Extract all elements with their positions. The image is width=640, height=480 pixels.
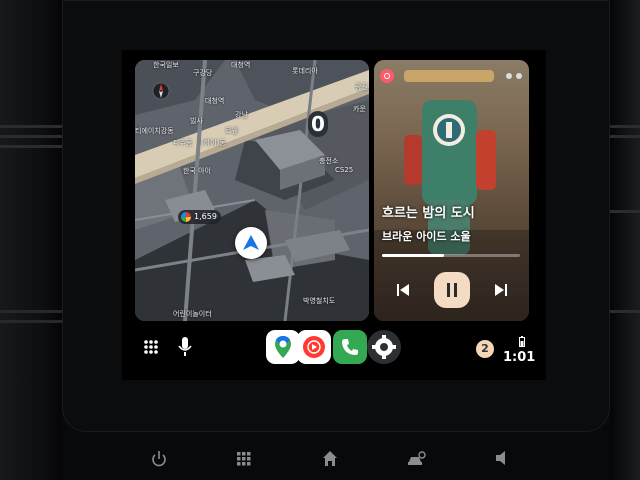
pause-button[interactable] [434, 272, 470, 308]
maps-app-icon[interactable] [266, 330, 300, 364]
youtube-music-icon [380, 69, 394, 83]
map-label: 한국 아이 [183, 167, 211, 175]
map-label: 티에이치강동 [135, 127, 174, 135]
map-label: 빌사 [190, 117, 203, 125]
poi-badge[interactable]: 1,659 [178, 210, 221, 224]
song-title: 흐르는 밤의 도시 [382, 206, 475, 221]
microphone-icon[interactable] [178, 336, 192, 358]
map-label: 강남 [235, 111, 248, 119]
map-label: 대청역 [231, 61, 251, 69]
poi-icon [181, 212, 191, 222]
dashboard-left-vent [0, 0, 62, 480]
compass-icon[interactable] [152, 82, 170, 100]
phone-app-icon[interactable] [333, 330, 367, 364]
previous-icon[interactable] [395, 282, 411, 298]
map-label: (하이)동 [201, 139, 226, 147]
navigation-arrow-icon [235, 227, 267, 259]
map-card[interactable]: 한국일보 대청역 구강당 롯데리아 대청역 광진 티에이치강동 빌사 르웬 강남… [135, 60, 369, 321]
next-icon[interactable] [493, 282, 509, 298]
dashboard-right-vent [610, 0, 640, 480]
app-launcher-icon[interactable] [143, 339, 159, 355]
settings-app-icon[interactable] [367, 330, 401, 364]
map-label: 대청역 [205, 97, 225, 105]
vehicle-settings-icon[interactable] [406, 450, 426, 468]
map-label: CS25 [335, 166, 354, 174]
song-artist: 브라운 아이드 소울 [382, 230, 471, 243]
power-icon[interactable] [151, 450, 167, 468]
map-label: 한국일보 [153, 61, 179, 69]
map-label: 어린이놀이터 [173, 310, 212, 318]
progress-bar[interactable] [382, 254, 520, 257]
speed-indicator: 0 [308, 111, 328, 137]
menu-grid-icon[interactable] [237, 452, 251, 466]
map-label: 파주공 [173, 139, 193, 147]
map-canvas[interactable] [135, 60, 369, 321]
home-icon[interactable] [322, 450, 338, 468]
pause-icon [447, 283, 457, 297]
progress-fill [382, 254, 445, 257]
battery-icon [519, 336, 525, 347]
map-label: 충전소 [319, 157, 339, 165]
map-label: 르웬 [225, 127, 238, 135]
map-label: 카운 [353, 105, 366, 113]
notification-badge[interactable]: 2 [476, 340, 494, 358]
youtube-music-app-icon[interactable] [297, 330, 331, 364]
map-label: 광진 [355, 83, 368, 91]
map-label: 구강당 [193, 69, 213, 77]
clock: 1:01 [503, 350, 536, 365]
map-label: 롯데리아 [292, 67, 318, 75]
map-label: 박영철치도 [303, 297, 336, 305]
poi-value: 1,659 [194, 212, 217, 221]
volume-icon[interactable] [495, 450, 509, 466]
